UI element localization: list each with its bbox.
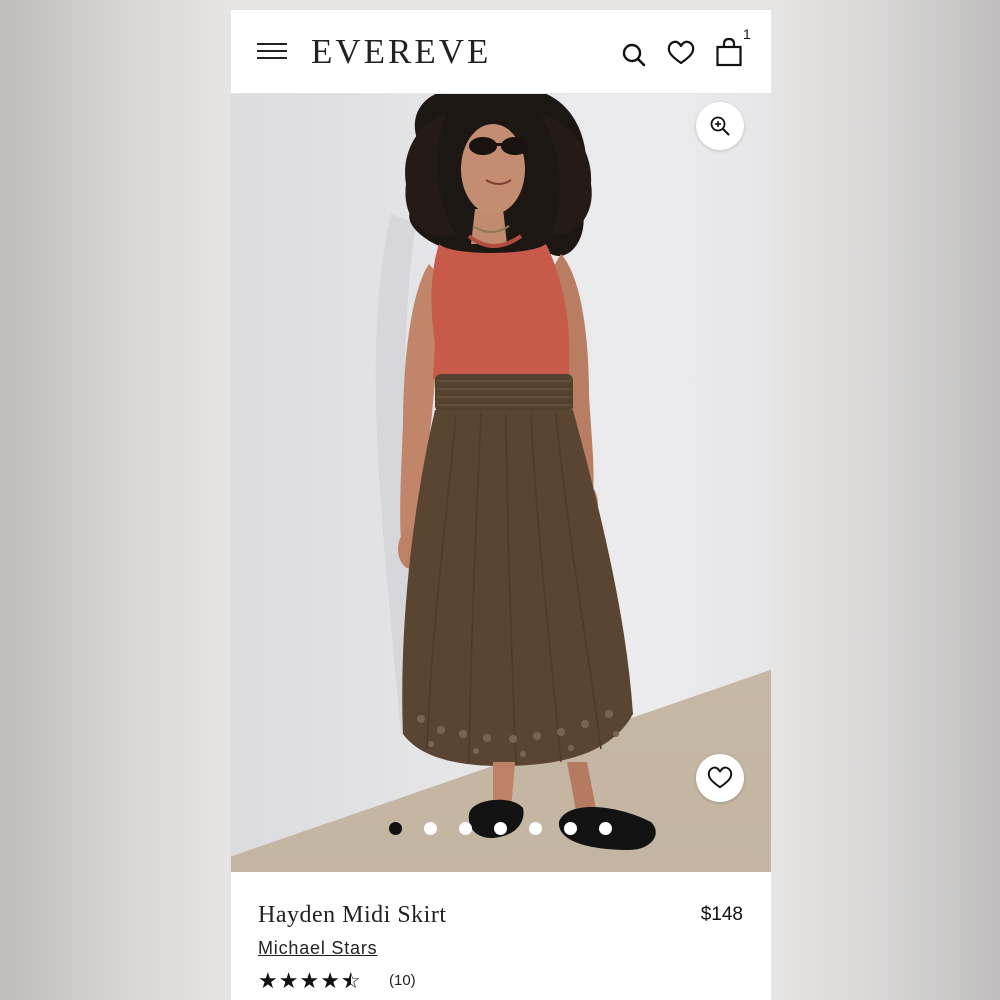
carousel-dots — [389, 822, 619, 836]
model-illustration — [375, 94, 656, 850]
product-info: Hayden Midi Skirt $148 Michael Stars ★★★… — [231, 872, 771, 1000]
heart-icon[interactable] — [667, 40, 695, 66]
cart-count-badge: 1 — [743, 26, 751, 42]
brand-logo[interactable]: EVEREVE — [311, 32, 491, 72]
heart-icon — [707, 766, 733, 789]
product-image[interactable] — [231, 94, 771, 872]
zoom-button[interactable] — [696, 102, 744, 150]
carousel-dot[interactable] — [529, 822, 542, 835]
zoom-in-icon — [710, 116, 730, 136]
carousel-dot[interactable] — [389, 822, 402, 835]
search-icon[interactable] — [621, 42, 647, 68]
half-star-icon: ☆★ — [340, 968, 362, 993]
star-icon: ★ — [278, 968, 300, 993]
carousel-dot[interactable] — [494, 822, 507, 835]
add-to-wishlist-button[interactable] — [696, 754, 744, 802]
carousel-dot[interactable] — [564, 822, 577, 835]
star-icon: ★ — [299, 968, 321, 993]
star-icon: ★ — [320, 968, 341, 993]
site-header: EVEREVE 1 — [231, 10, 771, 94]
product-price: $148 — [700, 904, 743, 925]
product-name: Hayden Midi Skirt — [258, 902, 447, 928]
shopping-bag-icon[interactable] — [715, 37, 743, 67]
carousel-dot[interactable] — [459, 822, 472, 835]
menu-icon[interactable] — [257, 40, 287, 62]
carousel-dot[interactable] — [599, 822, 612, 835]
carousel-dot[interactable] — [424, 822, 437, 835]
rating-stars: ★★★★☆★ — [258, 968, 362, 994]
review-count: (10) — [389, 972, 416, 989]
product-brand-link[interactable]: Michael Stars — [258, 938, 377, 959]
product-page: EVEREVE 1 Hayden Midi Skirt $148 Michael… — [231, 10, 771, 1000]
star-icon: ★ — [258, 968, 279, 993]
